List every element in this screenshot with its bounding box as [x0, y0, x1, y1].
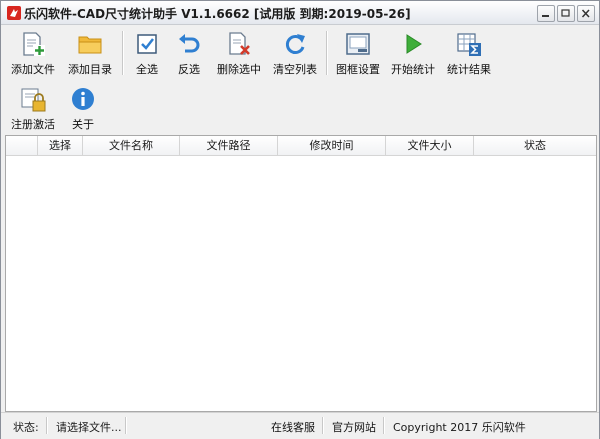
register-button[interactable]: 注册激活 — [5, 82, 61, 134]
toolbar-row-secondary: 注册激活 关于 — [5, 82, 105, 134]
column-header-file-path[interactable]: 文件路径 — [180, 136, 278, 155]
close-button[interactable] — [577, 5, 595, 22]
frame-settings-button[interactable]: 图框设置 — [331, 27, 385, 79]
status-separator — [322, 417, 324, 434]
close-icon — [581, 9, 590, 18]
add-folder-label: 添加目录 — [68, 63, 112, 76]
toolbar-separator — [122, 31, 124, 75]
folder-icon — [78, 36, 102, 54]
clear-list-button[interactable]: 清空列表 — [267, 27, 323, 79]
maximize-icon — [561, 9, 570, 17]
column-header-file-name[interactable]: 文件名称 — [83, 136, 180, 155]
status-message: 请选择文件... — [56, 421, 122, 434]
results-label: 统计结果 — [447, 63, 491, 76]
status-label: 状态: — [13, 421, 39, 434]
lock-icon — [21, 88, 46, 112]
about-button[interactable]: 关于 — [61, 82, 105, 134]
toolbar: 添加文件 添加目录 全选 反选 删除选中 清空列表 图框设置 开始统计 统计结果… — [1, 25, 599, 136]
frame-icon — [346, 33, 370, 55]
column-header-modified-time[interactable]: 修改时间 — [278, 136, 386, 155]
title-bar[interactable]: 乐闪软件-CAD尺寸统计助手 V1.1.6662 [试用版 到期:2019-05… — [1, 1, 599, 25]
file-table[interactable]: 选择 文件名称 文件路径 修改时间 文件大小 状态 — [5, 135, 597, 412]
add-file-button[interactable]: 添加文件 — [5, 27, 61, 79]
play-icon — [406, 34, 422, 54]
column-header-file-size[interactable]: 文件大小 — [386, 136, 474, 155]
info-icon — [72, 88, 94, 110]
status-separator — [46, 417, 48, 434]
copyright-text: Copyright 2017 乐闪软件 — [393, 421, 526, 434]
app-window: 乐闪软件-CAD尺寸统计助手 V1.1.6662 [试用版 到期:2019-05… — [0, 0, 600, 439]
official-site-link[interactable]: 官方网站 — [332, 419, 376, 435]
window-title: 乐闪软件-CAD尺寸统计助手 V1.1.6662 [试用版 到期:2019-05… — [24, 7, 411, 21]
app-logo-icon — [7, 6, 21, 20]
status-separator — [125, 417, 127, 434]
column-header-select[interactable]: 选择 — [38, 136, 83, 155]
add-file-icon — [23, 32, 45, 56]
select-all-button[interactable]: 全选 — [127, 27, 167, 79]
minimize-icon — [542, 15, 549, 17]
start-button[interactable]: 开始统计 — [385, 27, 441, 79]
about-label: 关于 — [72, 118, 94, 131]
results-button[interactable]: 统计结果 — [441, 27, 497, 79]
delete-selected-button[interactable]: 删除选中 — [211, 27, 267, 79]
frame-settings-label: 图框设置 — [336, 63, 380, 76]
online-service-link[interactable]: 在线客服 — [271, 419, 315, 435]
refresh-icon — [285, 34, 305, 54]
register-label: 注册激活 — [11, 118, 55, 131]
toolbar-row-main: 添加文件 添加目录 全选 反选 删除选中 清空列表 图框设置 开始统计 统计结果 — [5, 27, 497, 79]
status-separator — [383, 417, 385, 434]
undo-arrow-icon — [179, 34, 200, 53]
add-folder-button[interactable]: 添加目录 — [61, 27, 119, 79]
sum-table-icon — [457, 33, 481, 56]
delete-selected-label: 删除选中 — [217, 63, 261, 76]
invert-select-button[interactable]: 反选 — [167, 27, 211, 79]
maximize-button[interactable] — [557, 5, 575, 22]
table-header: 选择 文件名称 文件路径 修改时间 文件大小 状态 — [6, 136, 596, 156]
toolbar-separator — [326, 31, 328, 75]
checkbox-icon — [137, 34, 157, 54]
select-all-label: 全选 — [136, 63, 158, 76]
header-row-indicator — [6, 136, 38, 155]
clear-list-label: 清空列表 — [273, 63, 317, 76]
start-label: 开始统计 — [391, 63, 435, 76]
minimize-button[interactable] — [537, 5, 555, 22]
add-file-label: 添加文件 — [11, 63, 55, 76]
delete-doc-icon — [229, 32, 250, 55]
status-bar: 状态: 请选择文件... 在线客服 官方网站 Copyright 2017 乐闪… — [1, 412, 599, 439]
invert-select-label: 反选 — [178, 63, 200, 76]
column-header-status[interactable]: 状态 — [474, 136, 596, 155]
